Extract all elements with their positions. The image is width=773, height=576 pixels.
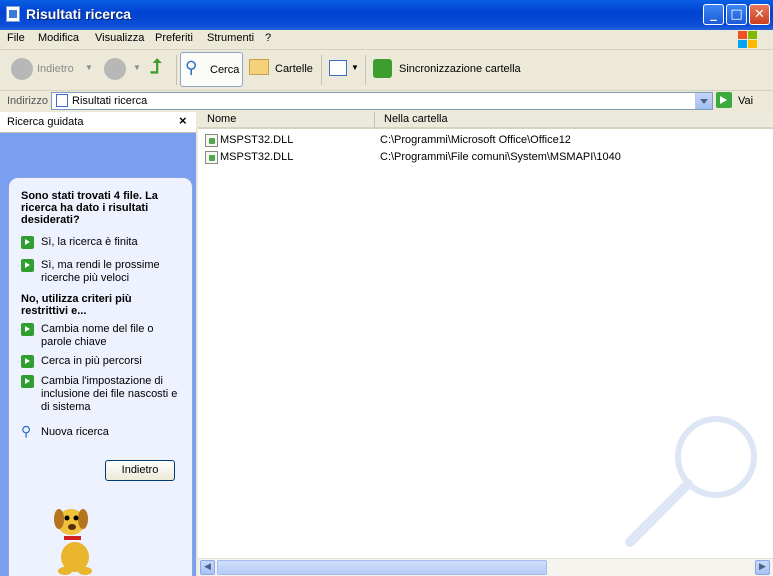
results-list[interactable]: Nome Nella cartella MSPST32.DLL C:\Progr… <box>198 112 773 576</box>
new-search-link[interactable]: Nuova ricerca <box>41 426 109 438</box>
green-arrow-icon[interactable] <box>21 259 34 272</box>
sync-icon[interactable] <box>373 59 392 78</box>
file-name: MSPST32.DLL <box>220 134 294 146</box>
search-dog-icon[interactable] <box>45 497 110 576</box>
windows-logo-icon <box>736 30 758 48</box>
toolbar-separator <box>176 55 177 85</box>
file-folder: C:\Programmi\Microsoft Office\Office12 <box>380 134 571 146</box>
table-row[interactable]: MSPST32.DLL C:\Programmi\File comuni\Sys… <box>198 150 773 166</box>
pane-title: Ricerca guidata <box>7 116 84 128</box>
views-dropdown-icon[interactable]: ▼ <box>351 63 359 72</box>
close-pane-icon[interactable]: × <box>179 113 187 128</box>
title-bar[interactable]: Risultati ricerca _ □ ✕ <box>0 0 773 30</box>
minimize-button[interactable]: _ <box>703 4 724 25</box>
go-arrow-icon[interactable] <box>716 92 732 108</box>
column-header-folder[interactable]: Nella cartella <box>374 112 773 129</box>
go-button-label[interactable]: Vai <box>738 95 753 107</box>
horizontal-scrollbar[interactable]: ◀ ▶ <box>198 558 773 576</box>
address-field[interactable]: Risultati ricerca <box>51 92 713 110</box>
back-arrow-icon[interactable] <box>11 58 33 80</box>
close-button[interactable]: ✕ <box>749 4 770 25</box>
views-icon[interactable] <box>329 60 347 76</box>
forward-arrow-icon[interactable] <box>104 58 126 80</box>
menu-modifica[interactable]: Modifica <box>38 32 79 44</box>
address-value: Risultati ricerca <box>72 95 148 107</box>
option-faster-searches[interactable]: Sì, ma rendi le prossime ricerche più ve… <box>41 259 161 285</box>
address-label: Indirizzo <box>7 95 48 107</box>
search-results-icon <box>6 6 20 22</box>
scroll-left-icon[interactable]: ◀ <box>200 560 215 575</box>
toolbar-separator <box>321 55 322 85</box>
toolbar-separator <box>365 55 366 85</box>
green-arrow-icon[interactable] <box>21 323 34 336</box>
address-dropdown-icon[interactable] <box>695 93 712 109</box>
menu-preferiti[interactable]: Preferiti <box>155 32 193 44</box>
scroll-right-icon[interactable]: ▶ <box>755 560 770 575</box>
green-arrow-icon[interactable] <box>21 375 34 388</box>
scroll-thumb[interactable] <box>217 560 547 575</box>
window-title: Risultati ricerca <box>26 6 132 22</box>
menu-bar: File Modifica Visualizza Preferiti Strum… <box>0 30 773 50</box>
option-change-filename[interactable]: Cambia nome del file o parole chiave <box>41 323 161 349</box>
option-more-paths[interactable]: Cerca in più percorsi <box>41 355 181 367</box>
sync-button-label[interactable]: Sincronizzazione cartella <box>399 63 521 75</box>
folders-button-label[interactable]: Cartelle <box>275 63 313 75</box>
file-name: MSPST32.DLL <box>220 151 294 163</box>
column-header-name[interactable]: Nome <box>198 112 374 129</box>
menu-file[interactable]: File <box>7 32 25 44</box>
magnifier-icon: ⚲ <box>185 58 198 77</box>
restrict-heading: No, utilizza criteri più restrittivi e..… <box>21 293 132 317</box>
address-bar: Indirizzo Risultati ricerca Vai <box>0 91 773 111</box>
back-button[interactable]: Indietro <box>105 460 175 481</box>
search-results-icon <box>56 94 68 107</box>
search-button-label: Cerca <box>210 64 240 76</box>
maximize-button[interactable]: □ <box>726 4 747 25</box>
option-hidden-files[interactable]: Cambia l'impostazione di inclusione dei … <box>41 375 181 414</box>
explorer-window: Risultati ricerca _ □ ✕ File Modifica Vi… <box>0 0 773 576</box>
menu-visualizza[interactable]: Visualizza <box>95 32 144 44</box>
search-companion-pane: Ricerca guidata × Sono stati trovati 4 f… <box>0 112 196 576</box>
menu-strumenti[interactable]: Strumenti <box>207 32 254 44</box>
forward-dropdown-icon[interactable]: ▼ <box>133 63 141 72</box>
folders-icon[interactable] <box>249 59 269 75</box>
back-button-label[interactable]: Indietro <box>37 63 74 75</box>
up-folder-icon[interactable]: ⮥ <box>150 56 162 79</box>
search-button[interactable]: ⚲ Cerca <box>180 52 243 87</box>
back-dropdown-icon[interactable]: ▼ <box>85 63 93 72</box>
green-arrow-icon[interactable] <box>21 355 34 368</box>
file-folder: C:\Programmi\File comuni\System\MSMAPI\1… <box>380 151 621 163</box>
menu-help[interactable]: ? <box>265 32 271 44</box>
option-search-finished[interactable]: Sì, la ricerca è finita <box>41 236 181 248</box>
dll-file-icon <box>205 134 218 147</box>
dll-file-icon <box>205 151 218 164</box>
pane-header: Ricerca guidata × <box>0 112 196 133</box>
magnifier-icon[interactable]: ⚲ <box>21 423 31 440</box>
results-message: Sono stati trovati 4 file. La ricerca ha… <box>21 190 158 226</box>
magnifier-watermark-icon <box>625 416 757 547</box>
green-arrow-icon[interactable] <box>21 236 34 249</box>
toolbar: Indietro ▼ ▼ ⮥ ⚲ Cerca Cartelle ▼ Sincro… <box>0 50 773 91</box>
table-row[interactable]: MSPST32.DLL C:\Programmi\Microsoft Offic… <box>198 133 773 149</box>
